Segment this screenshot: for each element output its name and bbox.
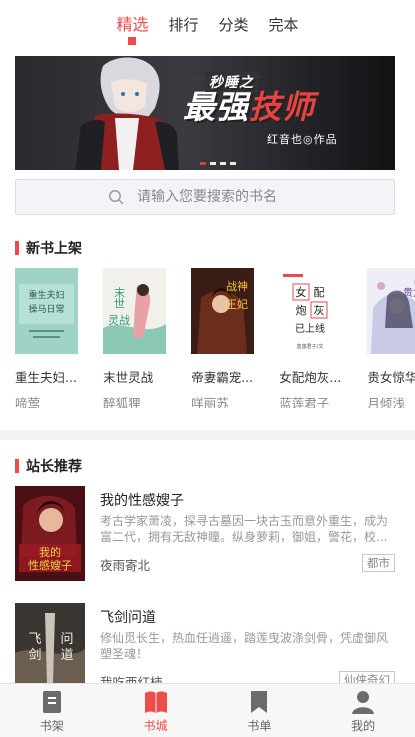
section-marker <box>15 459 19 473</box>
section-title-text: 新书上架 <box>26 241 82 257</box>
book-cover-art: 重生夫妇 操马日常 <box>15 268 78 354</box>
svg-text:飞: 飞 <box>28 632 41 647</box>
svg-text:已上线: 已上线 <box>295 322 325 335</box>
book-cover-art: 我的 性感嫂子 <box>15 486 85 581</box>
section-title-recommend: 站长推荐 <box>15 456 82 476</box>
banner-dot[interactable] <box>220 162 226 165</box>
banner-pagination <box>200 162 236 165</box>
svg-text:末世: 末世 <box>113 286 126 309</box>
book-card[interactable]: 战神 王妃 帝妻霸宠... 咩丽苏 <box>191 268 255 408</box>
tab-category[interactable]: 分类 <box>218 14 250 36</box>
new-books-carousel[interactable]: 重生夫妇 操马日常 重生夫妇... 啼莺 末世 灵战 末世灵战 醉狐狸 战神 王… <box>15 268 415 408</box>
nav-bookstore[interactable]: 书城 <box>104 684 208 737</box>
book-author: 蓝莲君子 <box>279 396 330 408</box>
top-tab-bar: 精选 排行 分类 完本 <box>0 0 415 52</box>
banner-title-main: 最强 <box>183 88 250 126</box>
book-card[interactable]: 重生夫妇 操马日常 重生夫妇... 啼莺 <box>15 268 78 408</box>
svg-text:王妃: 王妃 <box>226 297 248 311</box>
book-title[interactable]: 帝妻霸宠... <box>191 367 261 386</box>
banner-dot[interactable] <box>200 162 206 165</box>
section-divider <box>0 430 415 440</box>
tab-completed[interactable]: 完本 <box>268 14 300 36</box>
book-author: 月倾浅 <box>367 396 405 408</box>
book-title[interactable]: 我的性感嫂子 <box>100 490 184 510</box>
svg-text:重生夫妇: 重生夫妇 <box>28 289 64 301</box>
book-author: 醉狐狸 <box>103 396 141 408</box>
svg-text:贵女: 贵女 <box>403 286 415 299</box>
section-marker <box>15 241 19 255</box>
book-title[interactable]: 贵女惊华 <box>367 367 415 386</box>
book-title[interactable]: 重生夫妇... <box>15 367 85 386</box>
book-cover[interactable]: 女 配 炮 灰 已上线 蓝莲君子/文 <box>279 268 343 354</box>
banner-pre-title: 秒睡之 <box>205 72 258 92</box>
book-card[interactable]: 末世 灵战 末世灵战 醉狐狸 <box>103 268 167 408</box>
svg-text:问: 问 <box>60 632 73 647</box>
booklist-icon <box>251 691 268 713</box>
svg-text:蓝莲君子/文: 蓝莲君子/文 <box>297 343 324 350</box>
nav-label: 书城 <box>143 719 168 733</box>
section-title-text: 站长推荐 <box>26 459 82 475</box>
nav-bookshelf[interactable]: 书架 <box>0 684 104 737</box>
promo-banner[interactable]: 秒睡之 最强技师 红音也◎作品 <box>15 56 395 170</box>
bottom-nav: 书架 书城 书单 我的 <box>0 683 415 737</box>
book-author: 啼莺 <box>15 396 41 408</box>
banner-subtitle: 红音也◎作品 <box>267 133 338 146</box>
search-input[interactable] <box>137 189 367 205</box>
list-item[interactable]: 我的 性感嫂子 我的性感嫂子 考古学家萧凌，探寻古墓因一块古玉而意外重生，成为富… <box>15 486 395 581</box>
search-bar[interactable] <box>15 179 395 215</box>
book-cover-art: 女 配 炮 灰 已上线 蓝莲君子/文 <box>279 268 343 354</box>
bookstore-icon <box>144 691 167 713</box>
svg-text:战神: 战神 <box>226 279 248 293</box>
banner-dot[interactable] <box>210 162 216 165</box>
nav-booklist[interactable]: 书单 <box>208 684 312 737</box>
svg-text:性感嫂子: 性感嫂子 <box>28 558 72 572</box>
book-card[interactable]: 贵女 贵女惊华 月倾浅 <box>367 268 415 408</box>
banner-dot[interactable] <box>230 162 236 165</box>
svg-text:女: 女 <box>296 285 307 299</box>
genre-tag[interactable]: 都市 <box>362 554 395 572</box>
book-cover-art: 贵女 <box>367 268 415 354</box>
book-card[interactable]: 女 配 炮 灰 已上线 蓝莲君子/文 女配炮灰... 蓝莲君子 <box>279 268 343 408</box>
book-title[interactable]: 末世灵战 <box>103 367 173 386</box>
svg-text:炮: 炮 <box>296 304 307 317</box>
profile-icon <box>352 691 375 714</box>
book-title[interactable]: 飞剑问道 <box>100 607 156 627</box>
svg-text:道: 道 <box>60 648 73 663</box>
svg-text:灰: 灰 <box>314 303 325 317</box>
book-author: 夜雨寄北 <box>100 558 151 573</box>
bookshelf-icon <box>42 691 61 713</box>
svg-text:配: 配 <box>314 286 325 299</box>
book-cover-art: 末世 灵战 <box>103 268 167 354</box>
book-cover-art: 战神 王妃 <box>191 268 255 354</box>
svg-text:剑: 剑 <box>28 647 41 663</box>
svg-text:操马日常: 操马日常 <box>28 303 64 315</box>
search-icon <box>109 190 124 205</box>
section-title-new-books: 新书上架 <box>15 238 82 258</box>
tab-featured[interactable]: 精选 <box>115 14 149 36</box>
book-cover[interactable]: 战神 王妃 <box>191 268 255 354</box>
nav-label: 书单 <box>247 719 272 733</box>
nav-profile[interactable]: 我的 <box>311 684 415 737</box>
tab-ranking[interactable]: 排行 <box>167 14 199 36</box>
book-cover[interactable]: 重生夫妇 操马日常 <box>15 268 78 354</box>
banner-title: 秒睡之 最强技师 <box>183 72 316 128</box>
svg-text:灵战: 灵战 <box>108 314 130 327</box>
book-description: 考古学家萧凌，探寻古墓因一块古玉而意外重生，成为富二代，拥有无敌神瞳。纵身萝莉，… <box>100 514 389 544</box>
book-cover[interactable]: 我的 性感嫂子 <box>15 486 85 581</box>
book-cover[interactable]: 末世 灵战 <box>103 268 167 354</box>
svg-text:我的: 我的 <box>39 545 61 559</box>
book-description: 修仙觅长生，热血任逍遥，踏莲曳波涤剑骨，凭虚御风塑圣魂！ <box>100 631 389 661</box>
book-title[interactable]: 女配炮灰... <box>279 367 349 386</box>
nav-label: 书架 <box>39 719 64 733</box>
book-cover[interactable]: 贵女 <box>367 268 415 354</box>
nav-label: 我的 <box>351 719 376 733</box>
banner-title-accent: 技师 <box>249 88 316 126</box>
book-author: 咩丽苏 <box>191 396 229 408</box>
